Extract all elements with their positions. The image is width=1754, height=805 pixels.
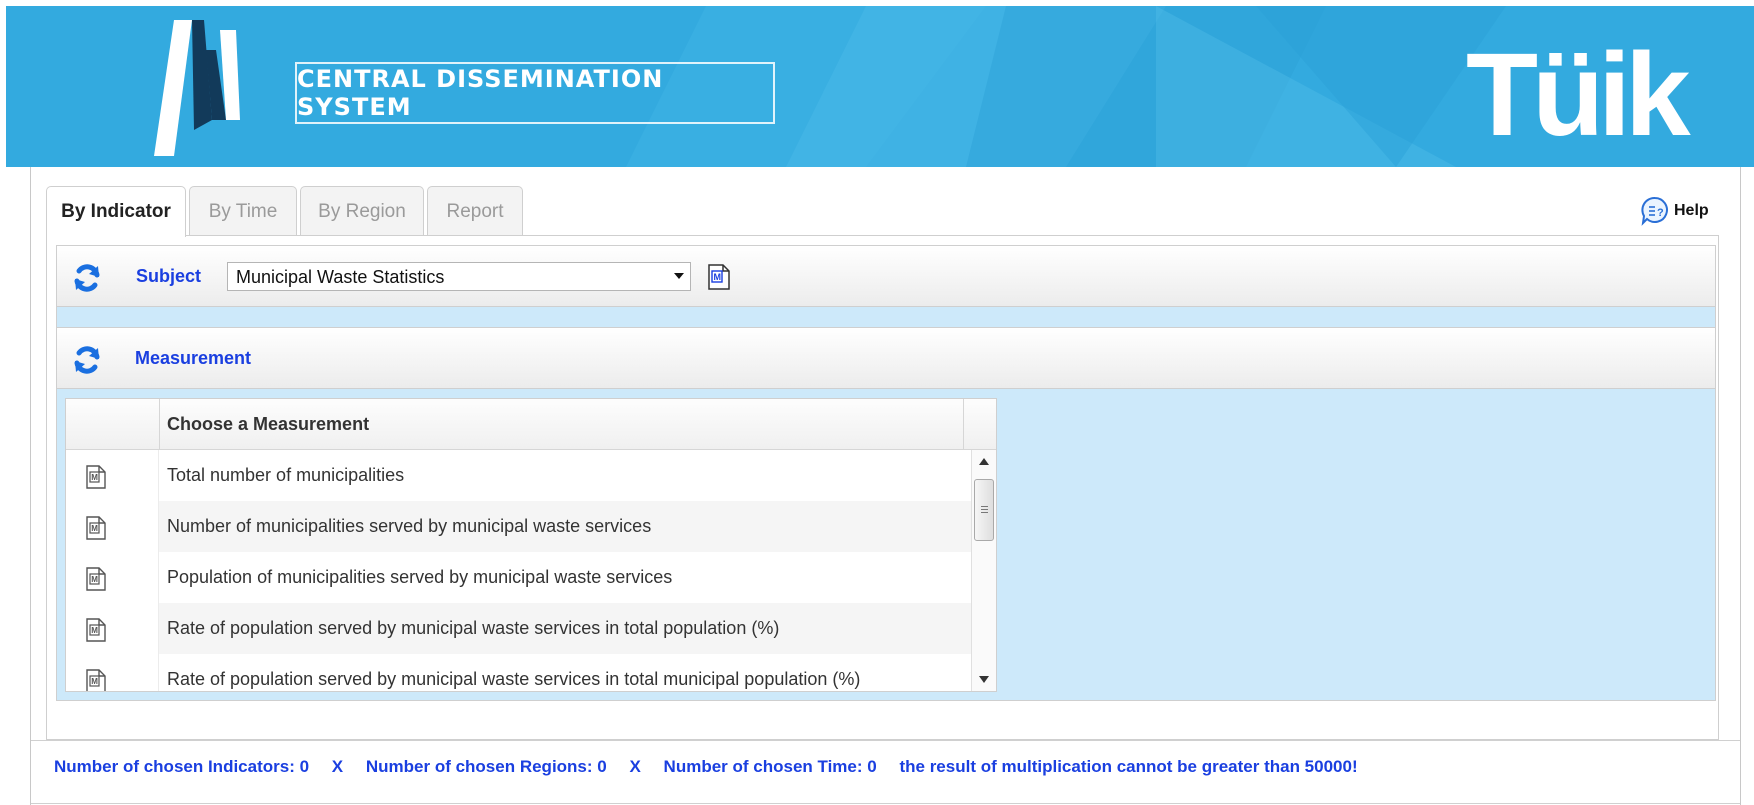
svg-text:M: M: [714, 272, 722, 282]
tab-bar: By Indicator By Time By Region Report: [46, 186, 526, 237]
document-icon: M: [86, 567, 106, 591]
subject-panel: Subject Municipal Waste Statistics M: [56, 245, 1716, 307]
table-row[interactable]: M Number of municipalities served by mun…: [66, 501, 971, 552]
multiply-sign: X: [629, 757, 641, 776]
measurement-grid: Choose a Measurement M Total number of m…: [65, 398, 997, 692]
row-document-cell[interactable]: M: [66, 501, 159, 552]
grid-scrollbar[interactable]: [971, 450, 996, 691]
grip-icon: [981, 506, 988, 507]
row-label[interactable]: Rate of population served by municipal w…: [159, 654, 971, 691]
chevron-down-icon: [674, 273, 684, 279]
tab-by-indicator[interactable]: By Indicator: [46, 186, 186, 237]
document-icon: M: [86, 669, 106, 691]
selection-summary: Number of chosen Indicators: 0 X Number …: [54, 757, 1376, 777]
help-label: Help: [1674, 202, 1709, 219]
row-label[interactable]: Rate of population served by municipal w…: [159, 603, 971, 654]
refresh-icon[interactable]: [71, 344, 103, 376]
grid-header: Choose a Measurement: [66, 399, 996, 450]
table-row[interactable]: M Population of municipalities served by…: [66, 552, 971, 603]
row-document-cell[interactable]: M: [66, 450, 159, 501]
tab-by-time[interactable]: By Time: [189, 186, 297, 236]
document-icon: M: [86, 516, 106, 540]
document-icon[interactable]: M: [707, 262, 731, 290]
row-document-cell[interactable]: M: [66, 552, 159, 603]
subject-selected-value: Municipal Waste Statistics: [236, 267, 445, 287]
row-label[interactable]: Number of municipalities served by munic…: [159, 501, 971, 552]
table-row[interactable]: M Rate of population served by municipal…: [66, 603, 971, 654]
svg-text:?: ?: [1657, 207, 1664, 219]
tab-report[interactable]: Report: [427, 186, 523, 236]
refresh-icon[interactable]: [71, 262, 103, 294]
chosen-time-count: Number of chosen Time: 0: [663, 757, 877, 776]
chosen-indicators-count: Number of chosen Indicators: 0: [54, 757, 310, 776]
separator-strip: [56, 307, 1716, 327]
scroll-up-arrow-icon[interactable]: [979, 458, 989, 465]
logo-icon: [154, 20, 240, 156]
svg-text:M: M: [91, 473, 98, 482]
svg-text:M: M: [91, 575, 98, 584]
help-button[interactable]: ? Help: [1640, 196, 1709, 226]
row-label[interactable]: Total number of municipalities: [159, 450, 971, 501]
footer-divider: [31, 740, 1740, 741]
tab-by-region[interactable]: By Region: [300, 186, 424, 236]
app-header: CENTRAL DISSEMINATION SYSTEM Tüik: [6, 6, 1754, 167]
measurement-label: Measurement: [135, 348, 252, 368]
scroll-thumb[interactable]: [974, 479, 994, 541]
document-icon: M: [86, 618, 106, 642]
document-icon: M: [86, 465, 106, 489]
svg-text:M: M: [91, 626, 98, 635]
subject-label: Subject: [136, 266, 202, 286]
table-row[interactable]: M Total number of municipalities: [66, 450, 971, 501]
bottom-border: [31, 803, 1740, 804]
svg-text:M: M: [91, 677, 98, 686]
svg-text:M: M: [91, 524, 98, 533]
multiply-sign: X: [331, 757, 344, 776]
grid-header-icon-column: [66, 399, 160, 449]
subject-select[interactable]: Municipal Waste Statistics: [227, 262, 691, 291]
chosen-regions-count: Number of chosen Regions: 0: [365, 757, 607, 776]
row-document-cell[interactable]: M: [66, 603, 159, 654]
row-label[interactable]: Population of municipalities served by m…: [159, 552, 971, 603]
table-row[interactable]: M Rate of population served by municipal…: [66, 654, 971, 691]
scroll-down-arrow-icon[interactable]: [979, 676, 989, 683]
grid-body: M Total number of municipalities M Numbe…: [66, 450, 971, 691]
system-title: CENTRAL DISSEMINATION SYSTEM: [295, 62, 775, 124]
help-icon: ?: [1641, 196, 1668, 226]
limit-warning: the result of multiplication cannot be g…: [899, 757, 1358, 776]
row-document-cell[interactable]: M: [66, 654, 159, 691]
measurement-panel: Measurement: [56, 327, 1716, 389]
grid-header-measurement[interactable]: Choose a Measurement: [159, 399, 964, 449]
tuik-logo: Tüik: [1466, 29, 1691, 161]
